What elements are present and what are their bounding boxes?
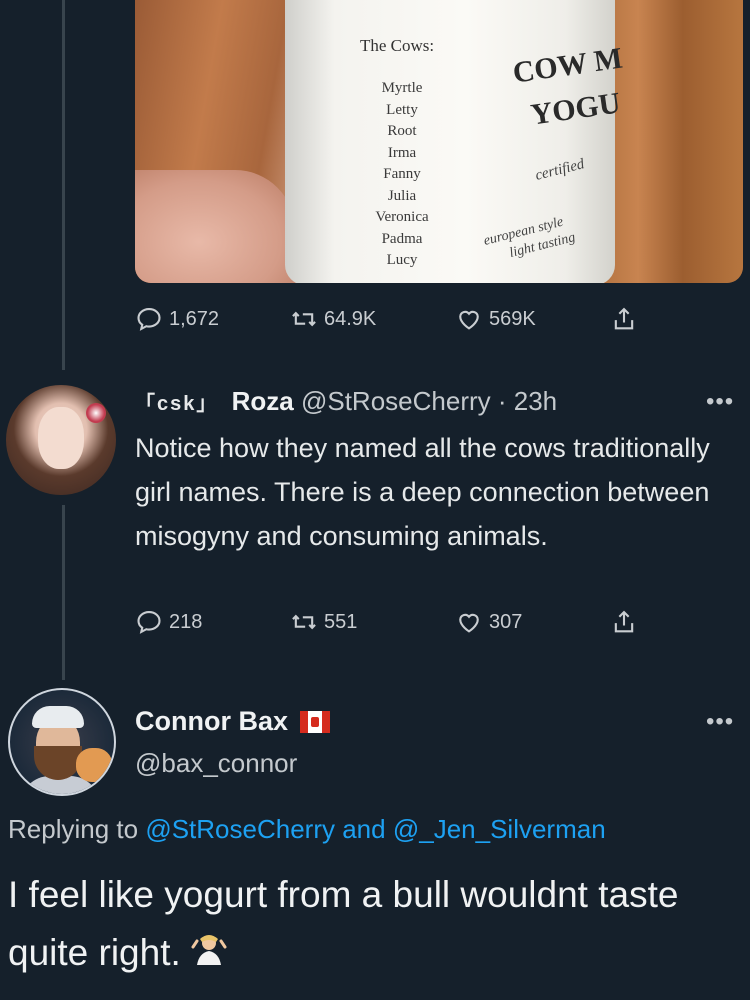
share-icon	[614, 307, 634, 330]
reply-button[interactable]: 218	[135, 608, 202, 636]
thread-line-top	[62, 0, 65, 370]
cow-name: Root	[387, 123, 417, 139]
cow-name: Lucy	[386, 252, 418, 268]
canada-flag-icon	[300, 710, 331, 733]
tweet3-header: Connor Bax	[135, 706, 331, 737]
tweet2-action-bar: 218 551 307	[135, 608, 655, 638]
avatar-beard	[34, 746, 82, 780]
retweet-count: 551	[324, 610, 358, 633]
cow-name: Irma	[387, 144, 417, 161]
cow-name: Julia	[387, 187, 417, 204]
avatar[interactable]	[6, 385, 116, 495]
jar-brand: COW M YOGU	[510, 37, 631, 139]
tweet-text-block: I feel like yogurt from a bull wouldnt t…	[8, 866, 743, 982]
retweet-button[interactable]: 551	[290, 608, 357, 636]
reply-count: 1,672	[169, 307, 220, 330]
avatar-face	[38, 407, 84, 469]
mention-link[interactable]: @StRoseCherry	[145, 814, 335, 844]
handle[interactable]: @bax_connor	[135, 748, 297, 779]
share-button[interactable]	[610, 608, 638, 636]
share-icon	[614, 610, 634, 633]
tweet-media-image[interactable]: The Cows: Myrtle Letty Root Irma Fanny J…	[135, 0, 743, 283]
tweet-text: Notice how they named all the cows tradi…	[135, 433, 710, 551]
reply-icon	[137, 308, 161, 331]
reply-icon	[137, 611, 161, 634]
like-icon	[459, 613, 479, 633]
retweet-icon	[292, 311, 316, 327]
avatar-cap	[32, 706, 84, 728]
shrug-emoji-icon	[191, 935, 227, 965]
like-icon	[459, 310, 479, 330]
avatar-flower	[86, 403, 106, 423]
like-count: 307	[489, 610, 523, 633]
replying-to: Replying to @StRoseCherry and @_Jen_Silv…	[8, 814, 606, 845]
more-options-icon[interactable]: •••	[706, 708, 734, 736]
retweet-icon	[292, 614, 316, 630]
like-button[interactable]: 307	[455, 608, 522, 636]
thread-line-middle	[62, 505, 65, 680]
like-button[interactable]: 569K	[455, 305, 536, 333]
cow-name: Letty	[386, 101, 418, 118]
and-word: and	[342, 814, 386, 844]
share-button[interactable]	[610, 305, 638, 333]
cows-title: The Cows:	[360, 36, 435, 55]
tweet2-header: 「csk」 Roza @StRoseCherry · 23h	[135, 386, 557, 417]
retweet-button[interactable]: 64.9K	[290, 305, 376, 333]
avatar[interactable]	[8, 688, 116, 796]
name-badge: 「csk」	[135, 393, 219, 415]
display-name[interactable]: Roza	[232, 386, 294, 416]
cow-name: Padma	[381, 230, 423, 247]
reply-count: 218	[169, 610, 203, 633]
more-options-icon[interactable]: •••	[706, 388, 734, 416]
replying-prefix: Replying to	[8, 814, 139, 844]
display-name[interactable]: Connor Bax	[135, 706, 288, 737]
cow-name: Fanny	[383, 166, 421, 182]
hand	[135, 170, 295, 283]
reply-button[interactable]: 1,672	[135, 305, 219, 333]
cow-name: Veronica	[375, 209, 429, 225]
tweet-text: I feel like yogurt from a bull wouldnt t…	[8, 874, 679, 973]
retweet-count: 64.9K	[324, 307, 377, 330]
cow-name: Myrtle	[381, 80, 423, 96]
like-count: 569K	[489, 307, 536, 330]
avatar-cat	[76, 748, 112, 782]
cow-name-list: Myrtle Letty Root Irma Fanny Julia Veron…	[367, 78, 437, 272]
handle-time[interactable]: @StRoseCherry · 23h	[301, 386, 557, 416]
mention-link[interactable]: @_Jen_Silverman	[393, 814, 606, 844]
tweet1-action-bar: 1,672 64.9K 569K	[135, 305, 655, 335]
